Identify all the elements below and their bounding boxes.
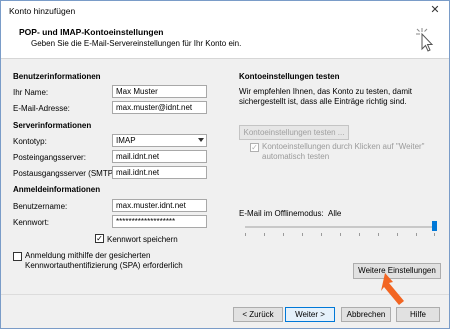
test-description: Wir empfehlen Ihnen, das Konto zu testen…: [239, 87, 412, 107]
page-title: POP- und IMAP-Kontoeinstellungen: [19, 27, 164, 37]
login-info-heading: Anmeldeinformationen: [13, 185, 101, 194]
slider-tick: [283, 233, 284, 236]
offline-mode-value: Alle: [328, 209, 342, 218]
next-button[interactable]: Weiter >: [285, 307, 335, 322]
test-description-line2: sichergestellt ist, dass alle Einträge r…: [239, 97, 407, 106]
slider-tick: [378, 233, 379, 236]
dialog-body: Benutzerinformationen Ihr Name: Max Must…: [1, 59, 449, 294]
remember-password-label: Kennwort speichern: [107, 235, 178, 244]
slider-tick: [245, 233, 246, 236]
incoming-server-label: Posteingangsserver:: [13, 153, 86, 162]
test-settings-heading: Kontoeinstellungen testen: [239, 72, 340, 81]
auto-test-checkbox[interactable]: ✓: [250, 143, 259, 152]
window-title: Konto hinzufügen: [9, 6, 76, 16]
username-field[interactable]: max.muster.idnt.net: [112, 199, 207, 212]
slider-tick: [264, 233, 265, 236]
slider-tick: [397, 233, 398, 236]
spa-label-line2: Kennwortauthentifizierung (SPA) erforder…: [25, 261, 183, 270]
page-subtitle: Geben Sie die E-Mail-Servereinstellungen…: [31, 39, 242, 48]
auto-test-label-line1: Kontoeinstellungen durch Klicken auf "We…: [262, 142, 425, 151]
dialog-header: POP- und IMAP-Kontoeinstellungen Geben S…: [1, 21, 449, 59]
name-label: Ihr Name:: [13, 88, 49, 97]
name-field[interactable]: Max Muster: [112, 85, 207, 98]
title-bar: Konto hinzufügen ✕: [1, 1, 449, 21]
account-type-label: Kontotyp:: [13, 137, 47, 146]
username-label: Benutzername:: [13, 202, 68, 211]
chevron-down-icon: [198, 138, 204, 142]
test-settings-button[interactable]: Kontoeinstellungen testen ...: [239, 125, 349, 140]
offline-slider-handle[interactable]: [432, 221, 437, 231]
account-type-value: IMAP: [116, 136, 136, 145]
slider-tick: [340, 233, 341, 236]
account-type-select[interactable]: IMAP: [112, 134, 207, 147]
spa-label-line1: Anmeldung mithilfe der gesicherten: [25, 251, 151, 260]
remember-password-checkbox[interactable]: ✓: [95, 234, 104, 243]
password-field[interactable]: *******************: [112, 215, 207, 228]
server-info-heading: Serverinformationen: [13, 121, 92, 130]
email-field[interactable]: max.muster@idnt.net: [112, 101, 207, 114]
test-description-line1: Wir empfehlen Ihnen, das Konto zu testen…: [239, 87, 412, 96]
outgoing-server-label: Postausgangsserver (SMTP):: [13, 169, 118, 178]
add-account-dialog: Konto hinzufügen ✕ POP- und IMAP-Kontoei…: [0, 0, 450, 329]
slider-tick: [434, 233, 435, 236]
slider-tick: [359, 233, 360, 236]
incoming-server-field[interactable]: mail.idnt.net: [112, 150, 207, 163]
pointer-arrow-icon: [381, 273, 404, 305]
spa-label: Anmeldung mithilfe der gesicherten Kennw…: [25, 251, 183, 271]
spa-checkbox[interactable]: [13, 252, 22, 261]
slider-tick: [302, 233, 303, 236]
password-label: Kennwort:: [13, 218, 50, 227]
auto-test-label: Kontoeinstellungen durch Klicken auf "We…: [262, 142, 425, 162]
back-button[interactable]: < Zurück: [233, 307, 283, 322]
auto-test-label-line2: automatisch testen: [262, 152, 330, 161]
slider-tick: [321, 233, 322, 236]
offline-mode-label: E-Mail im Offlinemodus:: [239, 209, 324, 218]
user-info-heading: Benutzerinformationen: [13, 72, 101, 81]
cursor-click-icon: [416, 28, 434, 52]
email-label: E-Mail-Adresse:: [13, 104, 70, 113]
offline-slider-track: [245, 226, 435, 228]
close-icon[interactable]: ✕: [427, 3, 443, 17]
slider-tick: [416, 233, 417, 236]
outgoing-server-field[interactable]: mail.idnt.net: [112, 166, 207, 179]
